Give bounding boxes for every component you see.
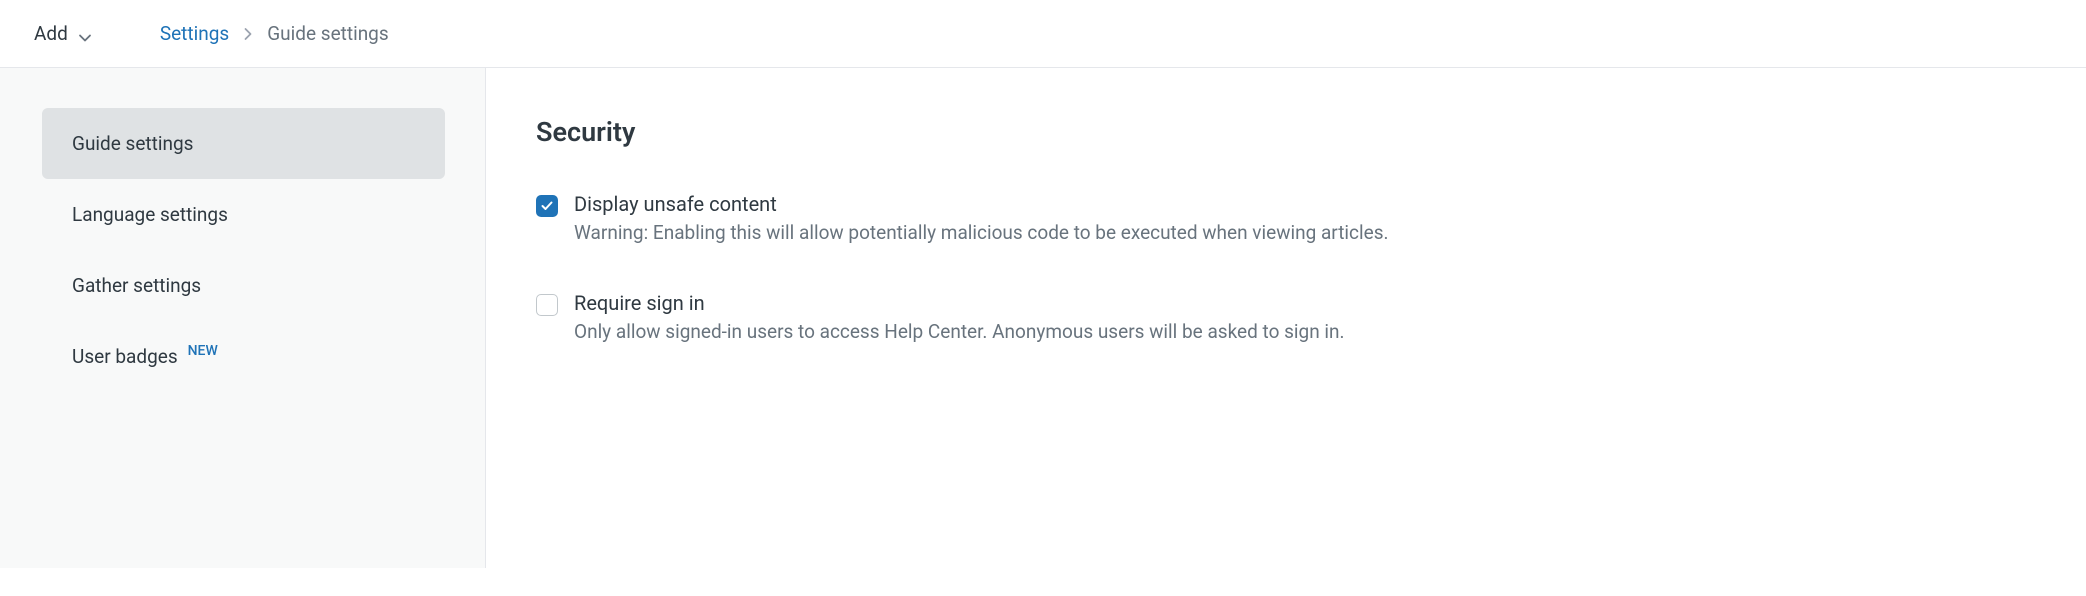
checkbox-require-sign-in[interactable] bbox=[536, 294, 558, 316]
option-description: Only allow signed-in users to access Hel… bbox=[574, 319, 2036, 346]
sidebar-item-label: Guide settings bbox=[72, 132, 193, 155]
sidebar-item-language-settings[interactable]: Language settings bbox=[42, 179, 445, 250]
content-wrap: Guide settings Language settings Gather … bbox=[0, 68, 2086, 568]
option-label: Display unsafe content bbox=[574, 192, 2036, 216]
chevron-down-icon bbox=[78, 27, 92, 41]
option-content: Require sign in Only allow signed-in use… bbox=[574, 291, 2036, 346]
sidebar-item-label: Language settings bbox=[72, 203, 228, 226]
breadcrumb: Settings Guide settings bbox=[160, 22, 389, 45]
main-panel: Security Display unsafe content Warning:… bbox=[486, 68, 2086, 568]
option-label: Require sign in bbox=[574, 291, 2036, 315]
chevron-right-icon bbox=[243, 27, 253, 41]
sidebar-item-gather-settings[interactable]: Gather settings bbox=[42, 250, 445, 321]
add-dropdown[interactable]: Add bbox=[28, 18, 98, 49]
sidebar-item-guide-settings[interactable]: Guide settings bbox=[42, 108, 445, 179]
sidebar-item-label: User badges bbox=[72, 345, 178, 368]
top-bar: Add Settings Guide settings bbox=[0, 0, 2086, 68]
add-label: Add bbox=[34, 22, 68, 45]
sidebar-item-user-badges[interactable]: User badges NEW bbox=[42, 321, 445, 392]
option-require-sign-in: Require sign in Only allow signed-in use… bbox=[536, 291, 2036, 346]
option-display-unsafe-content: Display unsafe content Warning: Enabling… bbox=[536, 192, 2036, 247]
checkbox-display-unsafe-content[interactable] bbox=[536, 195, 558, 217]
section-title: Security bbox=[536, 116, 2036, 148]
breadcrumb-link-settings[interactable]: Settings bbox=[160, 22, 229, 45]
sidebar: Guide settings Language settings Gather … bbox=[0, 68, 486, 568]
check-icon bbox=[541, 201, 553, 211]
new-badge: NEW bbox=[188, 343, 218, 359]
breadcrumb-current: Guide settings bbox=[267, 22, 388, 45]
sidebar-item-label: Gather settings bbox=[72, 274, 201, 297]
option-content: Display unsafe content Warning: Enabling… bbox=[574, 192, 2036, 247]
option-description: Warning: Enabling this will allow potent… bbox=[574, 220, 2036, 247]
